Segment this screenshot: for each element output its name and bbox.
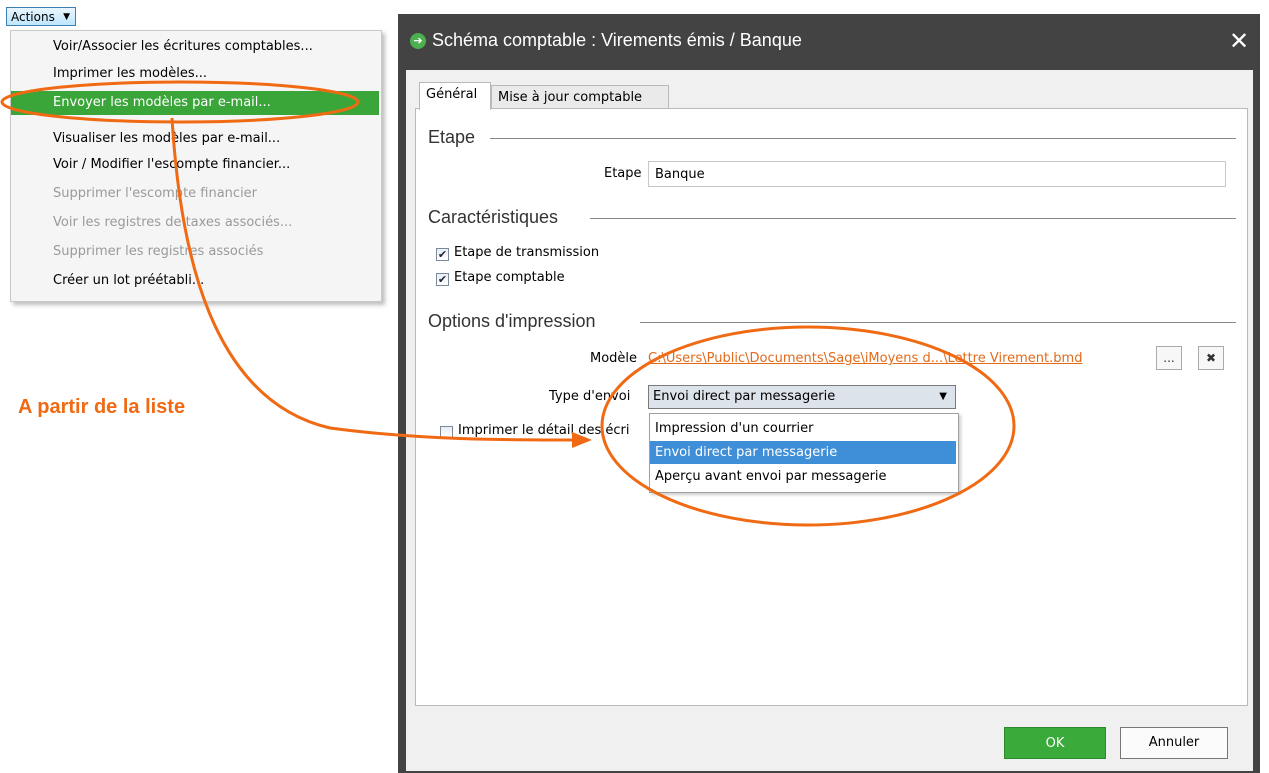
dropdown-option-impression-courrier[interactable]: Impression d'un courrier — [650, 417, 956, 440]
actions-button-label: Actions — [11, 10, 55, 24]
dropdown-option-envoi-direct[interactable]: Envoi direct par messagerie — [650, 441, 956, 464]
type-envoi-value: Envoi direct par messagerie — [653, 389, 836, 404]
etape-label: Etape — [604, 166, 642, 181]
menu-item-supprimer-escompte: Supprimer l'escompte financier — [53, 186, 258, 201]
menu-item-visualiser-modeles-email[interactable]: Visualiser les modèles par e-mail... — [11, 127, 379, 151]
etape-comptable-label: Etape comptable — [454, 270, 565, 285]
etape-comptable-checkbox[interactable]: ✔ — [436, 273, 449, 286]
dialog-title: Schéma comptable : Virements émis / Banq… — [432, 30, 802, 50]
etape-transmission-label: Etape de transmission — [454, 245, 600, 260]
menu-item-imprimer-modeles[interactable]: Imprimer les modèles... — [11, 62, 379, 86]
tab-general[interactable]: Général — [419, 82, 491, 110]
group-divider — [490, 138, 1236, 139]
group-divider — [590, 218, 1236, 219]
etape-group-title: Etape — [428, 127, 482, 148]
actions-button[interactable]: Actions ▼ — [6, 7, 76, 26]
dropdown-option-apercu-avant-envoi[interactable]: Aperçu avant envoi par messagerie — [650, 465, 956, 488]
cancel-button[interactable]: Annuler — [1120, 727, 1228, 759]
menu-item-voir-associer-ecritures[interactable]: Voir/Associer les écritures comptables..… — [11, 35, 379, 59]
menu-item-voir-registres-taxes: Voir les registres de taxes associés... — [53, 215, 293, 230]
options-impression-group-title: Options d'impression — [428, 311, 602, 332]
type-envoi-select[interactable]: Envoi direct par messagerie ▼ — [648, 385, 956, 409]
modele-label: Modèle — [590, 351, 638, 366]
type-envoi-dropdown-list: Impression d'un courrier Envoi direct pa… — [649, 413, 959, 493]
menu-item-supprimer-registres: Supprimer les registres associés — [53, 244, 264, 259]
browse-button[interactable]: ... — [1156, 346, 1182, 370]
actions-menu: Voir/Associer les écritures comptables..… — [10, 30, 382, 302]
modele-path-link[interactable]: C:\Users\Public\Documents\Sage\iMoyens d… — [648, 351, 1082, 366]
annotation-text: A partir de la liste — [18, 396, 186, 418]
imprimer-detail-checkbox[interactable] — [440, 426, 453, 439]
group-divider — [640, 322, 1236, 323]
menu-item-creer-lot-preetabli[interactable]: Créer un lot préétabli... — [11, 269, 379, 293]
menu-item-envoyer-modeles-email[interactable]: Envoyer les modèles par e-mail... — [11, 91, 379, 115]
clear-icon[interactable]: ✖ — [1198, 346, 1224, 370]
close-icon[interactable]: ✕ — [1226, 28, 1252, 54]
app-icon: ➔ — [410, 33, 426, 49]
chevron-down-icon: ▼ — [63, 12, 70, 22]
etape-transmission-checkbox[interactable]: ✔ — [436, 248, 449, 261]
imprimer-detail-label: Imprimer le détail des écri — [458, 423, 630, 438]
menu-item-voir-modifier-escompte[interactable]: Voir / Modifier l'escompte financier... — [11, 153, 379, 177]
chevron-down-icon: ▼ — [939, 391, 947, 402]
type-envoi-label: Type d'envoi — [549, 389, 631, 404]
caracteristiques-group-title: Caractéristiques — [428, 207, 565, 228]
ok-button[interactable]: OK — [1004, 727, 1106, 759]
etape-input[interactable]: Banque — [648, 161, 1226, 187]
